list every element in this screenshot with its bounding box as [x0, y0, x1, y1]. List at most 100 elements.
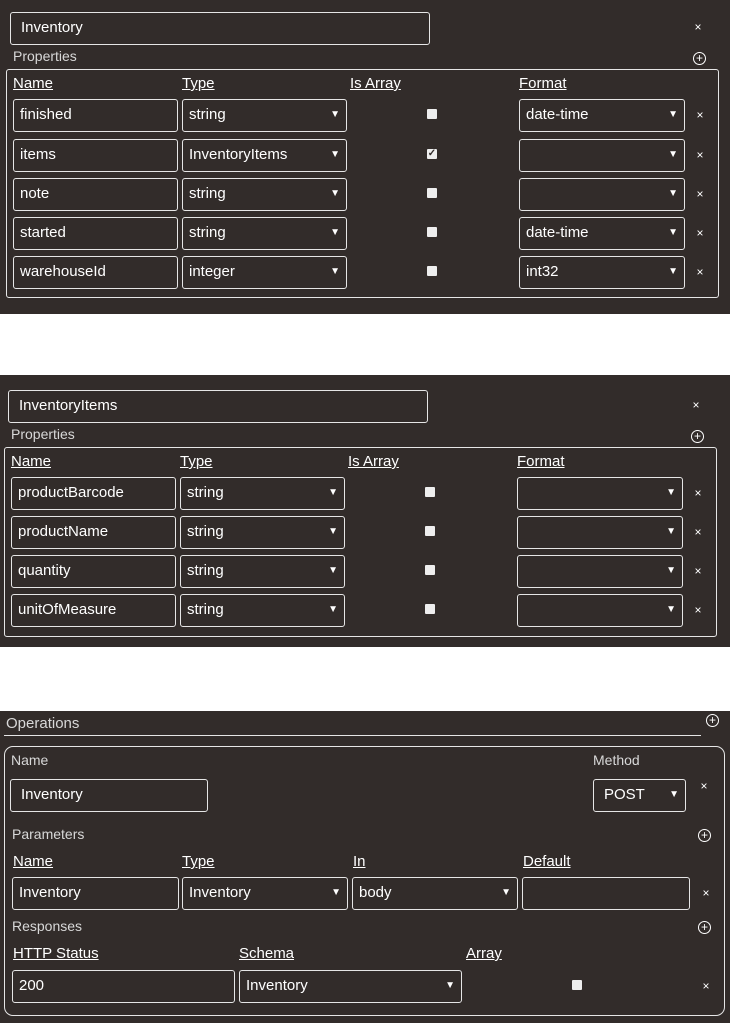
parameter-type-select[interactable]: Inventory ▼: [182, 877, 348, 910]
property-name-input[interactable]: quantity: [11, 555, 176, 588]
header-name: Name: [13, 75, 54, 92]
is-array-checkbox[interactable]: [427, 109, 437, 119]
model-panel-inventory-items: InventoryItems × Properties + Name Type …: [0, 375, 730, 647]
chevron-down-icon: ▼: [668, 188, 678, 199]
header-name: Name: [11, 453, 52, 470]
operations-panel: Operations + Name Method Inventory POST ▼…: [0, 711, 730, 1023]
property-format-select[interactable]: ▼: [517, 555, 683, 588]
chevron-down-icon: ▼: [330, 109, 340, 120]
model-name-input[interactable]: Inventory: [10, 12, 430, 45]
property-type-select[interactable]: string ▼: [182, 99, 347, 132]
property-type-value: string: [189, 185, 226, 202]
close-icon[interactable]: ×: [689, 398, 703, 412]
add-response-icon[interactable]: +: [698, 921, 711, 934]
operation-name-input[interactable]: Inventory: [10, 779, 208, 812]
is-array-checkbox[interactable]: [425, 604, 435, 614]
chevron-down-icon: ▼: [666, 526, 676, 537]
response-array-checkbox[interactable]: [572, 980, 582, 990]
property-type-select[interactable]: integer ▼: [182, 256, 347, 289]
is-array-checkbox[interactable]: [427, 188, 437, 198]
model-name-input[interactable]: InventoryItems: [8, 390, 428, 423]
chevron-down-icon: ▼: [328, 487, 338, 498]
property-name-input[interactable]: finished: [13, 99, 178, 132]
remove-property-icon[interactable]: ×: [691, 525, 705, 539]
property-type-select[interactable]: string ▼: [182, 178, 347, 211]
response-status-input[interactable]: 200: [12, 970, 235, 1003]
parameter-name-input[interactable]: Inventory: [12, 877, 179, 910]
remove-operation-icon[interactable]: ×: [697, 779, 711, 793]
chevron-down-icon: ▼: [328, 565, 338, 576]
remove-property-icon[interactable]: ×: [693, 226, 707, 240]
chevron-down-icon: ▼: [328, 526, 338, 537]
is-array-checkbox[interactable]: [427, 266, 437, 276]
chevron-down-icon: ▼: [330, 266, 340, 277]
property-type-select[interactable]: string ▼: [180, 477, 345, 510]
chevron-down-icon: ▼: [330, 227, 340, 238]
property-format-value: date-time: [526, 106, 589, 123]
is-array-checkbox[interactable]: [425, 526, 435, 536]
remove-property-icon[interactable]: ×: [691, 603, 705, 617]
property-name-input[interactable]: productBarcode: [11, 477, 176, 510]
model-panel-inventory: Inventory × Properties + Name Type Is Ar…: [0, 0, 730, 314]
property-format-select[interactable]: ▼: [517, 516, 683, 549]
remove-response-icon[interactable]: ×: [699, 979, 713, 993]
parameter-in-select[interactable]: body ▼: [352, 877, 518, 910]
close-icon[interactable]: ×: [691, 20, 705, 34]
add-property-icon[interactable]: +: [693, 52, 706, 65]
property-format-select[interactable]: ▼: [517, 477, 683, 510]
parameter-type-value: Inventory: [189, 884, 251, 901]
is-array-checkbox[interactable]: [425, 487, 435, 497]
property-type-select[interactable]: string ▼: [180, 555, 345, 588]
property-format-select[interactable]: ▼: [519, 178, 685, 211]
remove-property-icon[interactable]: ×: [693, 265, 707, 279]
property-format-select[interactable]: ▼: [519, 139, 685, 172]
add-operation-icon[interactable]: +: [706, 714, 719, 727]
resp-header-status: HTTP Status: [13, 945, 99, 962]
property-type-value: string: [189, 224, 226, 241]
operation-method-value: POST: [604, 786, 645, 803]
is-array-checkbox[interactable]: [425, 565, 435, 575]
remove-parameter-icon[interactable]: ×: [699, 886, 713, 900]
property-name-input[interactable]: started: [13, 217, 178, 250]
chevron-down-icon: ▼: [666, 565, 676, 576]
header-type: Type: [182, 75, 215, 92]
chevron-down-icon: ▼: [668, 227, 678, 238]
property-format-select[interactable]: date-time ▼: [519, 99, 685, 132]
remove-property-icon[interactable]: ×: [693, 108, 707, 122]
property-name-input[interactable]: productName: [11, 516, 176, 549]
parameter-in-value: body: [359, 884, 392, 901]
remove-property-icon[interactable]: ×: [691, 486, 705, 500]
is-array-checkbox-checked[interactable]: ✓: [427, 149, 437, 159]
property-type-value: string: [189, 106, 226, 123]
remove-property-icon[interactable]: ×: [691, 564, 705, 578]
param-header-name: Name: [13, 853, 54, 870]
chevron-down-icon: ▼: [668, 149, 678, 160]
parameters-label: Parameters: [12, 826, 85, 842]
remove-property-icon[interactable]: ×: [693, 187, 707, 201]
parameter-default-input[interactable]: [522, 877, 690, 910]
response-schema-select[interactable]: Inventory ▼: [239, 970, 462, 1003]
operation-method-label: Method: [593, 752, 640, 768]
header-is-array: Is Array: [348, 453, 399, 470]
property-type-select[interactable]: string ▼: [180, 516, 345, 549]
property-name-input[interactable]: unitOfMeasure: [11, 594, 176, 627]
add-parameter-icon[interactable]: +: [698, 829, 711, 842]
param-header-type: Type: [182, 853, 215, 870]
property-type-select[interactable]: string ▼: [180, 594, 345, 627]
is-array-checkbox[interactable]: [427, 227, 437, 237]
add-property-icon[interactable]: +: [691, 430, 704, 443]
property-name-input[interactable]: warehouseId: [13, 256, 178, 289]
param-header-in: In: [353, 853, 366, 870]
property-name-input[interactable]: items: [13, 139, 178, 172]
property-type-select[interactable]: InventoryItems ▼: [182, 139, 347, 172]
property-type-value: InventoryItems: [189, 146, 288, 163]
property-format-select[interactable]: ▼: [517, 594, 683, 627]
remove-property-icon[interactable]: ×: [693, 148, 707, 162]
property-format-select[interactable]: int32 ▼: [519, 256, 685, 289]
chevron-down-icon: ▼: [501, 887, 511, 898]
property-format-select[interactable]: date-time ▼: [519, 217, 685, 250]
param-header-default: Default: [523, 853, 571, 870]
operation-method-select[interactable]: POST ▼: [593, 779, 686, 812]
property-name-input[interactable]: note: [13, 178, 178, 211]
property-type-select[interactable]: string ▼: [182, 217, 347, 250]
